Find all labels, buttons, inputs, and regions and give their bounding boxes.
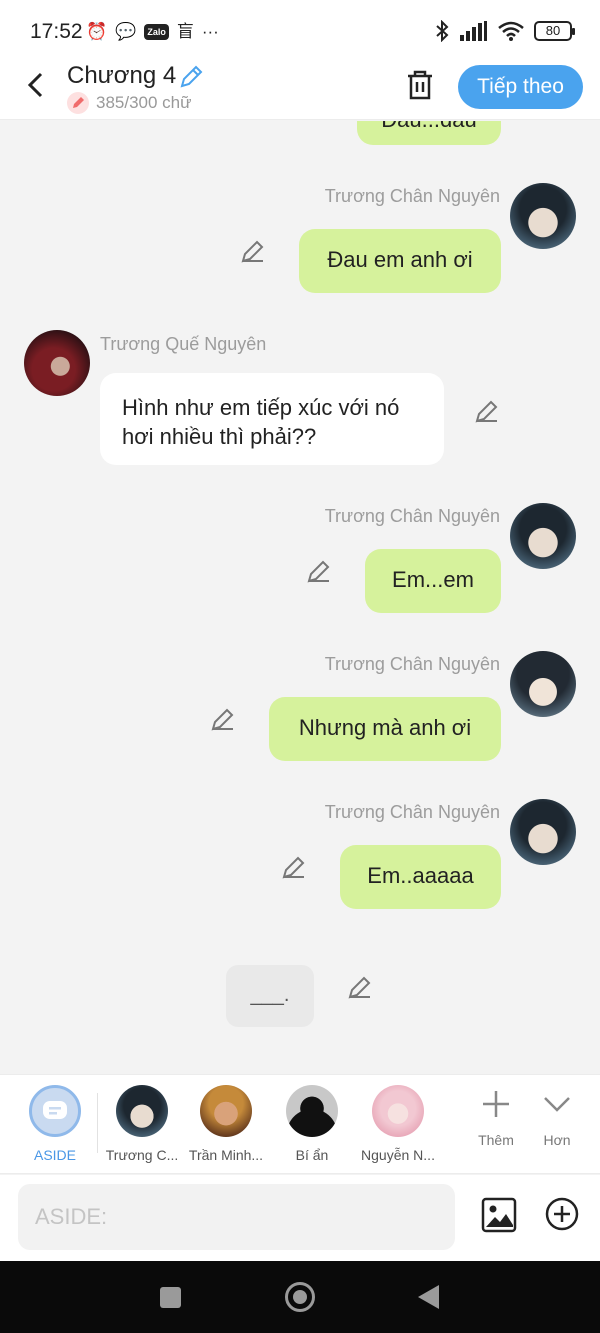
word-count-text: 385/300 chữ [96,93,192,112]
character-label: Nguyễn N... [361,1147,435,1163]
avatar[interactable] [24,330,90,396]
word-count: 385/300 chữ [67,92,192,114]
message-bubble[interactable]: Em..aaaaa [340,845,501,909]
home-icon[interactable] [285,1282,315,1312]
avatar[interactable] [510,503,576,569]
edit-message-pencil-icon[interactable] [281,854,307,880]
edit-title-pencil-icon[interactable] [178,64,204,90]
status-bar: 17:52 ⏰ 💬 Zalo 盲 ··· 80 [0,0,600,62]
character-label: Bí ẩn [295,1147,329,1163]
character-avatar [372,1085,424,1137]
character-avatar [116,1085,168,1137]
chat-area[interactable]: Đau...đau Trương Chân Nguyên Đau em anh … [0,121,600,1074]
character-avatar [200,1085,252,1137]
character-avatar [286,1085,338,1137]
character-item[interactable]: Bí ẩn [282,1085,342,1163]
trash-icon[interactable] [404,68,436,102]
status-system-icons: 80 [434,20,575,42]
sender-name: Trương Quế Nguyên [100,334,267,354]
add-label: Thêm [478,1132,514,1148]
back-triangle-icon[interactable] [418,1285,439,1309]
alarm-icon: ⏰ [86,22,108,41]
character-label: Trần Minh... [188,1147,264,1163]
message-bubble[interactable]: Đau...đau [357,121,501,145]
recents-icon[interactable] [160,1287,181,1308]
plus-icon [483,1091,509,1117]
more-label: Hơn [543,1132,571,1148]
edit-message-pencil-icon[interactable] [347,974,373,1000]
word-count-pencil-icon [67,92,89,114]
chevron-down-icon [544,1097,570,1112]
character-label: ASIDE [33,1147,76,1163]
sender-name: Trương Chân Nguyên [324,506,500,526]
character-item[interactable]: Nguyễn N... [358,1085,438,1163]
avatar[interactable] [510,799,576,865]
avatar[interactable] [510,183,576,249]
message-bubble[interactable]: Em...em [365,549,501,613]
message-text: Hình như em tiếp xúc với nó hơi nhiều th… [122,395,400,449]
message-text: Em...em [392,567,474,592]
app-notification-icon: 盲 [176,22,194,41]
add-circle-icon[interactable] [545,1197,579,1231]
add-character-button[interactable]: Thêm [466,1089,526,1148]
character-aside[interactable]: ASIDE [25,1085,85,1163]
edit-message-pencil-icon[interactable] [306,558,332,584]
message-text: Đau...đau [381,121,476,132]
aside-message-bubble[interactable]: ___. [226,965,314,1027]
more-notifications-icon: ··· [201,22,219,41]
character-item[interactable]: Trương C... [104,1085,180,1163]
avatar[interactable] [510,651,576,717]
edit-message-pencil-icon[interactable] [240,238,266,264]
message-bubble[interactable]: Hình như em tiếp xúc với nó hơi nhiều th… [100,373,444,465]
chapter-title: Chương 4 [67,62,177,89]
back-arrow-icon[interactable] [22,70,52,100]
message-bubble[interactable]: Đau em anh ơi [299,229,501,293]
status-time: 17:52 [30,20,83,43]
chapter-header: Chương 4 385/300 chữ Tiếp theo [0,62,600,120]
edit-message-pencil-icon[interactable] [474,398,500,424]
message-text: Nhưng mà anh ơi [298,715,472,740]
bluetooth-icon [436,20,449,42]
sender-name: Trương Chân Nguyên [324,654,500,674]
more-characters-button[interactable]: Hơn [527,1089,587,1148]
signal-icon [460,21,487,41]
composer [0,1175,600,1261]
next-button[interactable]: Tiếp theo [458,65,583,109]
message-text: Đau em anh ơi [327,247,473,272]
message-text: Em..aaaaa [367,863,474,888]
sender-name: Trương Chân Nguyên [324,186,500,206]
character-label: Trương C... [105,1147,179,1163]
system-navigation-bar [0,1261,600,1333]
zalo-icon: Zalo [144,24,169,40]
image-icon[interactable] [481,1197,517,1233]
character-item[interactable]: Trần Minh... [188,1085,264,1163]
chat-icon: 💬 [115,22,137,41]
battery-icon: 80 [534,21,575,41]
aside-chat-icon [29,1085,81,1137]
wifi-icon [498,21,524,41]
message-bubble[interactable]: Nhưng mà anh ơi [269,697,501,761]
message-input[interactable] [18,1184,455,1250]
sender-name: Trương Chân Nguyên [324,802,500,822]
character-selector: ASIDE Trương C... Trần Minh... Bí ẩn Ngu… [0,1074,600,1174]
divider [97,1093,98,1153]
edit-message-pencil-icon[interactable] [210,706,236,732]
status-notification-icons: ⏰ 💬 Zalo 盲 ··· [86,20,219,44]
